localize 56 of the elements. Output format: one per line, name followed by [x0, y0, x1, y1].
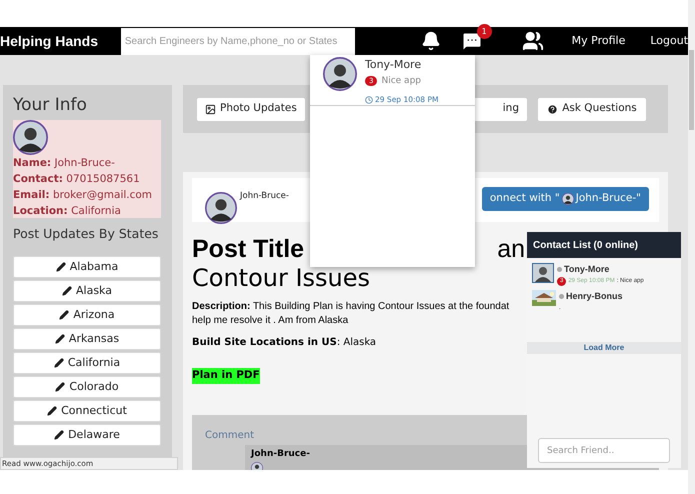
pencil-icon	[54, 334, 65, 344]
message-count-badge: 1	[476, 24, 492, 39]
state-button[interactable]: Alabama	[13, 256, 161, 278]
state-button[interactable]: California	[13, 352, 161, 374]
avatar-icon	[205, 192, 237, 224]
state-button[interactable]: Arizona	[13, 304, 161, 326]
avatar-icon	[532, 263, 554, 283]
search-field[interactable]: Search Engineers by Name,phone_no or States	[120, 28, 355, 54]
info-line: Name: John-Bruce-	[13, 156, 116, 171]
search-friend-field[interactable]: Search Friend..	[538, 438, 670, 463]
pencil-icon	[54, 358, 64, 368]
location-text: Build Site Locations in US: Alaska	[192, 336, 376, 350]
nav-link[interactable]: Logout	[650, 32, 688, 50]
state-button[interactable]: Arkansas	[13, 328, 161, 350]
toolbar-button[interactable]: Photo Updates	[197, 98, 305, 120]
post-subtitle: Contour Issues	[192, 264, 370, 292]
contact-list-header: Contact List (0 online)	[527, 232, 681, 258]
state-button[interactable]: Connecticut	[13, 400, 161, 422]
pencil-icon	[62, 286, 72, 296]
state-button[interactable]: Alaska	[13, 280, 161, 302]
avatar-icon	[323, 57, 357, 91]
post-title: an	[497, 234, 525, 264]
section-heading: Post Updates By States	[13, 225, 160, 243]
sidebar-title: Your Info	[13, 95, 88, 116]
pencil-icon	[54, 430, 64, 440]
comment-heading: Comment	[205, 429, 255, 443]
question-icon	[547, 104, 558, 114]
sender-name: Tony-More	[365, 57, 422, 73]
post-title: Post Title	[192, 234, 304, 264]
info-line: Contact: 07015087561	[13, 172, 141, 187]
comment-author: John-Bruce-	[251, 448, 310, 461]
toolbar-button[interactable]: Ask Questions	[538, 98, 646, 120]
avatar-icon	[562, 193, 574, 205]
info-line: Email: broker@gmail.com	[13, 188, 154, 203]
info-line: Location: California	[13, 204, 122, 219]
state-button[interactable]: Delaware	[13, 424, 161, 446]
description-text: Description: This Building Plan is having Contour Issues at the foundat help me resolve it . Am from Alaska	[192, 300, 510, 328]
load-more-button[interactable]: Load More	[527, 342, 681, 354]
contact-name: Henry-Bonus	[566, 290, 623, 303]
state-button[interactable]: Colorado	[13, 376, 161, 398]
pencil-icon	[55, 382, 66, 392]
pencil-icon	[47, 406, 58, 416]
pdf-link[interactable]: Plan in PDF	[192, 368, 260, 384]
photo-icon	[205, 104, 216, 114]
author-name: John-Bruce-	[240, 190, 289, 203]
pencil-icon	[59, 310, 70, 320]
bell-icon[interactable]	[420, 31, 441, 51]
pencil-icon	[56, 262, 66, 272]
avatar-icon	[13, 120, 48, 155]
connect-button[interactable]: onnect with " John-Bruce-"	[482, 187, 649, 211]
message-preview: Nice app	[381, 74, 421, 88]
clock-icon	[365, 96, 373, 104]
brand-logo[interactable]: Helping Hands	[0, 30, 121, 52]
users-icon[interactable]	[522, 30, 544, 52]
nav-link[interactable]: My Profile	[572, 32, 626, 50]
contact-name: Tony-More	[564, 263, 610, 276]
